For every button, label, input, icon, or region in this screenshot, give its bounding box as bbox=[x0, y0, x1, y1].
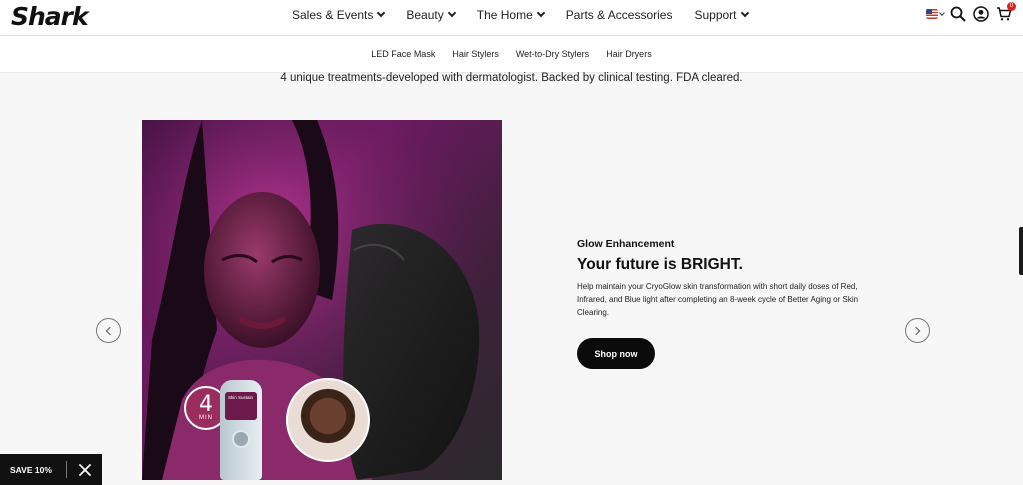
nav-label: Sales & Events bbox=[292, 8, 374, 22]
search-icon[interactable] bbox=[949, 5, 967, 23]
chevron-down-icon bbox=[536, 8, 546, 18]
shop-now-button[interactable]: Shop now bbox=[577, 338, 655, 369]
section-tagline: 4 unique treatments-developed with derma… bbox=[280, 72, 743, 84]
device-image: Skin Sustain bbox=[220, 380, 262, 480]
subnav-led-face-mask[interactable]: LED Face Mask bbox=[371, 49, 435, 59]
beauty-sub-nav: LED Face Mask Hair Stylers Wet-to-Dry St… bbox=[0, 36, 1023, 73]
chevron-down-icon bbox=[740, 8, 749, 18]
us-flag-icon bbox=[926, 9, 938, 19]
nav-beauty[interactable]: Beauty bbox=[406, 8, 456, 22]
chevron-down-icon bbox=[939, 9, 945, 16]
chevron-down-icon bbox=[377, 8, 386, 18]
shark-logo[interactable]: Shark bbox=[11, 2, 89, 31]
slide-description: Help maintain your CryoGlow skin transfo… bbox=[577, 282, 859, 317]
locale-selector[interactable] bbox=[926, 9, 945, 19]
close-icon[interactable] bbox=[67, 454, 102, 485]
carousel-next-button[interactable] bbox=[905, 318, 930, 343]
main-nav: Sales & Events Beauty The Home Parts & A… bbox=[292, 0, 749, 30]
nav-parts-accessories[interactable]: Parts & Accessories bbox=[566, 8, 673, 22]
promo-label[interactable]: SAVE 10% bbox=[0, 465, 66, 475]
slide-copy: Glow Enhancement Your future is BRIGHT. … bbox=[577, 238, 887, 319]
hero-image: 4 MIN Skin Sustain bbox=[142, 120, 502, 480]
account-icon[interactable] bbox=[972, 5, 990, 23]
chevron-down-icon bbox=[447, 8, 456, 18]
portrait-inset bbox=[286, 378, 370, 462]
nav-label: Support bbox=[694, 8, 737, 22]
top-header: Shark Sales & Events Beauty The Home Par… bbox=[0, 0, 1023, 36]
carousel-prev-button[interactable] bbox=[96, 318, 121, 343]
nav-support[interactable]: Support bbox=[694, 8, 749, 22]
subnav-hair-dryers[interactable]: Hair Dryers bbox=[606, 49, 652, 59]
subnav-hair-stylers[interactable]: Hair Stylers bbox=[452, 49, 499, 59]
slide-eyebrow: Glow Enhancement bbox=[577, 238, 675, 250]
promo-banner: SAVE 10% bbox=[0, 454, 102, 485]
subnav-wet-to-dry-stylers[interactable]: Wet-to-Dry Stylers bbox=[516, 49, 589, 59]
nav-sales-events[interactable]: Sales & Events bbox=[292, 8, 386, 22]
nav-label: Beauty bbox=[406, 8, 444, 22]
chevron-left-icon bbox=[105, 326, 115, 335]
slide-headline: Your future is BRIGHT. bbox=[577, 256, 743, 273]
chevron-right-icon bbox=[911, 326, 921, 335]
duration-number: 4 bbox=[199, 392, 213, 417]
nav-the-home[interactable]: The Home bbox=[476, 8, 546, 22]
cart-icon[interactable]: 0 bbox=[995, 2, 1016, 23]
device-dial bbox=[232, 430, 250, 448]
side-feedback-tab[interactable] bbox=[1019, 227, 1023, 275]
nav-label: The Home bbox=[476, 8, 533, 22]
device-screen: Skin Sustain bbox=[225, 392, 257, 420]
duration-unit: MIN bbox=[199, 415, 213, 421]
nav-label: Parts & Accessories bbox=[565, 8, 673, 22]
device-screen-text: Skin Sustain bbox=[228, 395, 254, 400]
header-utilities: 0 bbox=[926, 2, 1016, 23]
cart-count-badge: 0 bbox=[1007, 2, 1016, 11]
